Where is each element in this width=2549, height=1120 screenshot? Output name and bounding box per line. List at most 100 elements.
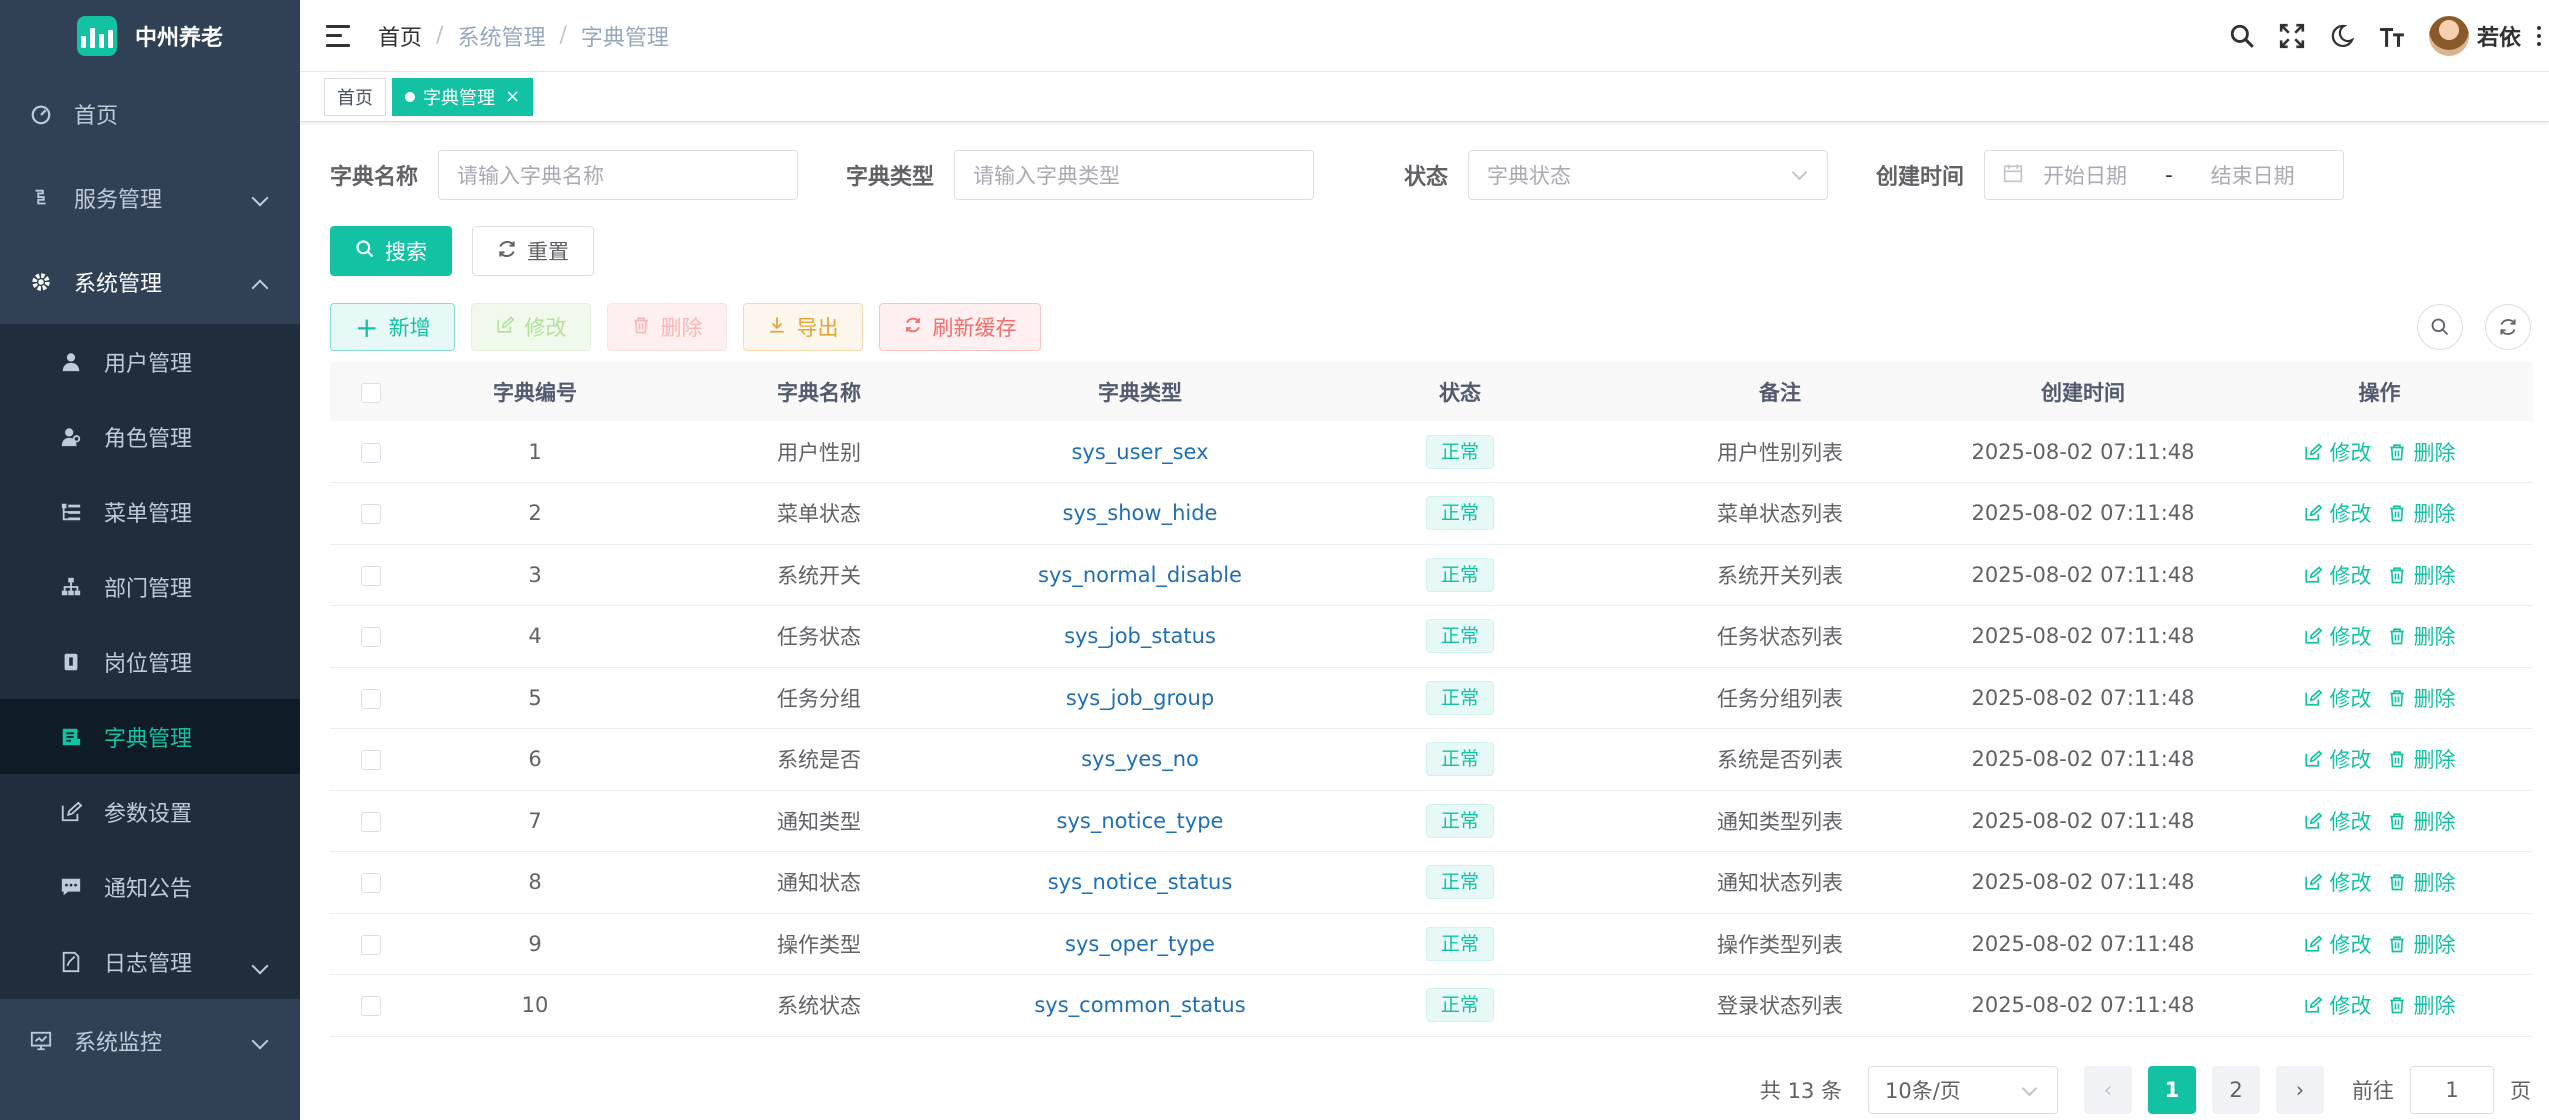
chevron-down-icon xyxy=(1791,164,1808,181)
row-edit-button[interactable]: 修改 xyxy=(2304,498,2372,528)
sidebar-item-logs[interactable]: 日志管理 xyxy=(0,924,300,999)
row-delete-button[interactable]: 删除 xyxy=(2388,990,2456,1020)
export-button[interactable]: 导出 xyxy=(743,303,864,351)
goto-page-input[interactable]: 1 xyxy=(2410,1065,2494,1114)
search-icon[interactable] xyxy=(2229,23,2255,49)
row-edit-button[interactable]: 修改 xyxy=(2304,560,2372,590)
dict-type-input[interactable]: 请输入字典类型 xyxy=(954,150,1315,200)
row-delete-button[interactable]: 删除 xyxy=(2388,437,2456,467)
dict-type-link[interactable]: sys_user_sex xyxy=(1071,440,1208,464)
dict-type-link[interactable]: sys_normal_disable xyxy=(1038,563,1242,587)
dict-name-input[interactable]: 请输入字典名称 xyxy=(438,150,799,200)
dict-type-link[interactable]: sys_oper_type xyxy=(1065,932,1215,956)
row-checkbox[interactable] xyxy=(361,811,381,832)
row-edit-button[interactable]: 修改 xyxy=(2304,929,2372,959)
user-name[interactable]: 若依 xyxy=(2477,20,2521,52)
dict-type-link[interactable]: sys_show_hide xyxy=(1063,501,1218,525)
dict-type-link[interactable]: sys_job_group xyxy=(1066,686,1214,710)
breadcrumb-home[interactable]: 首页 xyxy=(378,20,422,52)
fullscreen-icon[interactable] xyxy=(2279,23,2305,49)
calendar-icon xyxy=(2003,163,2023,188)
dict-type-link[interactable]: sys_notice_type xyxy=(1057,809,1224,833)
row-edit-button[interactable]: 修改 xyxy=(2304,806,2372,836)
row-delete-button[interactable]: 删除 xyxy=(2388,744,2456,774)
total-count: 共 13 条 xyxy=(1759,1078,1842,1103)
delete-button[interactable]: 删除 xyxy=(607,303,728,351)
row-delete-button[interactable]: 删除 xyxy=(2388,867,2456,897)
refresh-table-button[interactable] xyxy=(2485,304,2531,350)
moon-icon[interactable] xyxy=(2329,23,2355,49)
toggle-search-button[interactable] xyxy=(2417,304,2463,350)
row-checkbox[interactable] xyxy=(361,750,381,771)
dict-remark: 系统是否列表 xyxy=(1717,748,1843,773)
create-time: 2025-08-02 07:11:48 xyxy=(1971,747,2195,772)
sidebar-item-service[interactable]: 服务管理 xyxy=(0,156,300,240)
sidebar-item-dictionary[interactable]: 字典管理 xyxy=(0,699,300,774)
log-icon xyxy=(60,951,82,973)
date-range-picker[interactable]: 开始日期 - 结束日期 xyxy=(1984,150,2345,200)
row-delete-button[interactable]: 删除 xyxy=(2388,683,2456,713)
row-checkbox[interactable] xyxy=(361,504,381,525)
sidebar-item-menus[interactable]: 菜单管理 xyxy=(0,474,300,549)
dict-remark: 系统开关列表 xyxy=(1717,563,1843,588)
row-checkbox[interactable] xyxy=(361,627,381,648)
row-delete-button[interactable]: 删除 xyxy=(2388,621,2456,651)
sidebar-item-params[interactable]: 参数设置 xyxy=(0,774,300,849)
reset-button[interactable]: 重置 xyxy=(472,226,594,276)
sidebar-item-system[interactable]: 系统管理 xyxy=(0,240,300,324)
tag-dictionary[interactable]: 字典管理 × xyxy=(392,77,534,116)
logo[interactable]: 中州养老 xyxy=(0,0,300,72)
row-checkbox[interactable] xyxy=(361,934,381,955)
sidebar-item-posts[interactable]: 岗位管理 xyxy=(0,624,300,699)
sidebar-item-departments[interactable]: 部门管理 xyxy=(0,549,300,624)
row-checkbox[interactable] xyxy=(361,996,381,1017)
monitor-icon xyxy=(30,1030,52,1052)
row-edit-button[interactable]: 修改 xyxy=(2304,867,2372,897)
font-size-icon[interactable] xyxy=(2379,23,2405,49)
row-checkbox[interactable] xyxy=(361,873,381,894)
prev-page-button[interactable]: ‹ xyxy=(2084,1065,2132,1114)
close-icon[interactable]: × xyxy=(505,86,520,107)
select-all-checkbox[interactable] xyxy=(361,382,381,403)
sidebar-item-notice[interactable]: 通知公告 xyxy=(0,849,300,924)
row-checkbox[interactable] xyxy=(361,442,381,463)
tag-home[interactable]: 首页 xyxy=(324,77,386,116)
row-delete-button[interactable]: 删除 xyxy=(2388,560,2456,590)
dict-type-link[interactable]: sys_common_status xyxy=(1034,993,1245,1017)
row-edit-button[interactable]: 修改 xyxy=(2304,744,2372,774)
sidebar-item-users[interactable]: 用户管理 xyxy=(0,324,300,399)
row-delete-button[interactable]: 删除 xyxy=(2388,929,2456,959)
row-edit-button[interactable]: 修改 xyxy=(2304,437,2372,467)
sidebar-item-home[interactable]: 首页 xyxy=(0,72,300,156)
row-edit-button[interactable]: 修改 xyxy=(2304,990,2372,1020)
page-size-select[interactable]: 10条/页 xyxy=(1868,1065,2058,1114)
user-icon xyxy=(60,351,82,373)
row-delete-button[interactable]: 删除 xyxy=(2388,498,2456,528)
page-1-button[interactable]: 1 xyxy=(2148,1065,2196,1114)
dict-type-link[interactable]: sys_notice_status xyxy=(1048,870,1233,894)
trash-icon xyxy=(2388,935,2406,953)
sidebar-item-monitor[interactable]: 系统监控 xyxy=(0,999,300,1083)
more-icon[interactable] xyxy=(2537,26,2541,46)
row-checkbox[interactable] xyxy=(361,565,381,586)
row-delete-button[interactable]: 删除 xyxy=(2388,806,2456,836)
logo-icon xyxy=(76,16,117,56)
row-checkbox[interactable] xyxy=(361,688,381,709)
sidebar-item-roles[interactable]: 角色管理 xyxy=(0,399,300,474)
page-2-button[interactable]: 2 xyxy=(2212,1065,2260,1114)
avatar[interactable] xyxy=(2428,16,2469,56)
row-edit-button[interactable]: 修改 xyxy=(2304,683,2372,713)
refresh-cache-button[interactable]: 刷新缓存 xyxy=(879,303,1042,351)
status-badge: 正常 xyxy=(1425,865,1494,900)
dict-type-link[interactable]: sys_yes_no xyxy=(1081,747,1199,771)
add-button[interactable]: + 新增 xyxy=(330,303,456,351)
search-button[interactable]: 搜索 xyxy=(330,226,452,276)
next-page-button[interactable]: › xyxy=(2276,1065,2324,1114)
navbar: 首页 / 系统管理 / 字典管理 若依 xyxy=(300,0,2549,72)
row-edit-button[interactable]: 修改 xyxy=(2304,621,2372,651)
hamburger-icon[interactable] xyxy=(326,24,350,47)
create-time: 2025-08-02 07:11:48 xyxy=(1971,870,2195,895)
edit-button[interactable]: 修改 xyxy=(471,303,592,351)
status-select[interactable]: 字典状态 xyxy=(1468,150,1829,200)
dict-type-link[interactable]: sys_job_status xyxy=(1064,624,1216,648)
